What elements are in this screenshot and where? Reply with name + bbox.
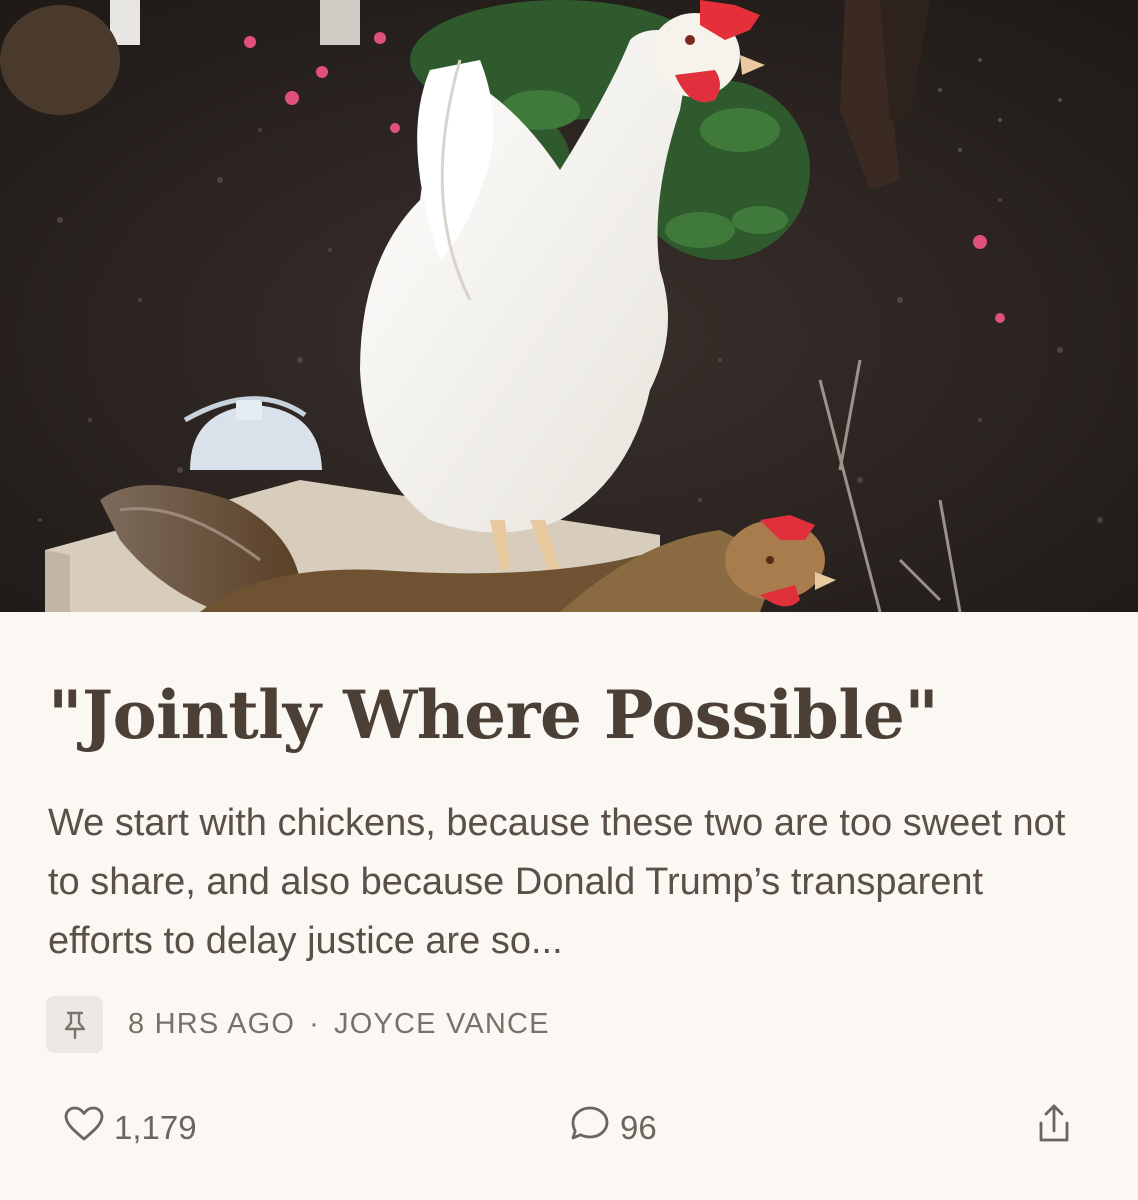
- share-icon: [1034, 1103, 1074, 1153]
- post-author[interactable]: JOYCE VANCE: [334, 1008, 550, 1041]
- post-subtitle[interactable]: We start with chickens, because these tw…: [48, 794, 1098, 971]
- hero-image[interactable]: [0, 0, 1138, 612]
- meta-separator: ·: [309, 1008, 320, 1040]
- post-time: 8 HRS AGO: [128, 1008, 296, 1040]
- comment-count: 96: [620, 1109, 657, 1146]
- meta-text: 8 HRS AGO · JOYCE VANCE: [128, 1008, 550, 1041]
- chickens-photo: [0, 0, 1138, 612]
- action-bar: 1,179 96: [0, 1098, 1138, 1158]
- like-button[interactable]: 1,179: [64, 1098, 197, 1158]
- post-title[interactable]: "Jointly Where Possible": [48, 670, 1108, 760]
- heart-icon: [64, 1106, 104, 1150]
- comment-bubble-icon: [570, 1105, 610, 1151]
- comment-button[interactable]: 96: [570, 1098, 657, 1158]
- share-button[interactable]: [1034, 1098, 1074, 1158]
- post-meta: 8 HRS AGO · JOYCE VANCE: [46, 996, 550, 1053]
- pin-icon: [46, 996, 103, 1053]
- like-count: 1,179: [114, 1109, 197, 1146]
